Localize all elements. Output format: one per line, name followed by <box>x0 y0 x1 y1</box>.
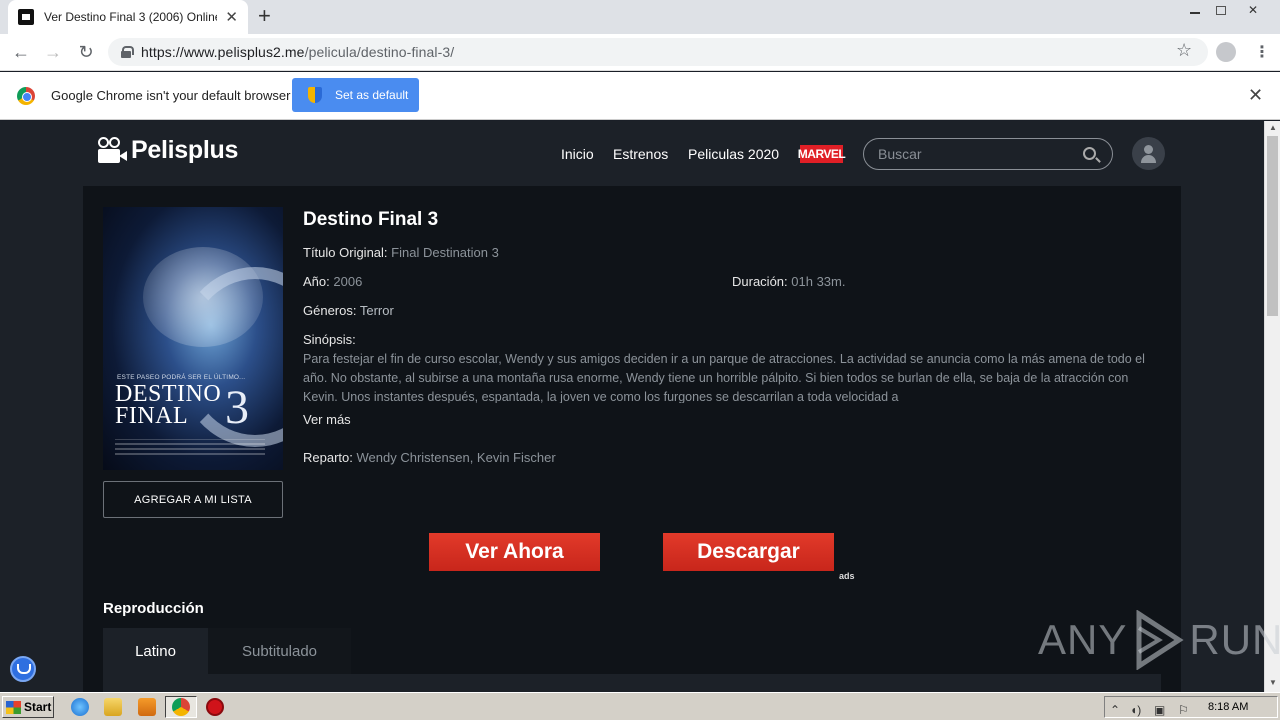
search-box <box>863 138 1113 170</box>
scroll-thumb[interactable] <box>1267 136 1278 316</box>
page-scrollbar[interactable]: ▲ ▼ <box>1264 121 1280 692</box>
url-text: https://www.pelisplus2.me/pelicula/desti… <box>141 44 454 60</box>
tab-title: Ver Destino Final 3 (2006) Online Lat <box>44 10 217 24</box>
ver-mas-link[interactable]: Ver más <box>303 412 351 427</box>
tab-latino[interactable]: Latino <box>103 628 208 674</box>
original-title-label: Título Original: <box>303 245 388 260</box>
browser-toolbar: ← → ↻ https://www.pelisplus2.me/pelicula… <box>0 34 1280 71</box>
url-path: /pelicula/destino-final-3/ <box>304 44 455 60</box>
tab-strip: Ver Destino Final 3 (2006) Online Lat ✕ … <box>0 0 1280 34</box>
chrome-icon <box>172 698 190 716</box>
flag-icon[interactable]: ⚐ <box>1178 703 1189 717</box>
genres-label: Géneros: <box>303 303 357 318</box>
network-icon[interactable]: ▣ <box>1154 703 1165 717</box>
genres-row: Géneros: Terror <box>303 303 394 318</box>
playback-tabs: Latino Subtitulado <box>103 628 1161 692</box>
start-label: Start <box>24 700 52 714</box>
anyrun-watermark: ANY RUN <box>1038 608 1280 672</box>
original-title-value: Final Destination 3 <box>391 245 499 260</box>
cast-value: Wendy Christensen, Kevin Fischer <box>356 450 556 465</box>
system-tray: ⌃ ◖) ▣ ⚐ <box>1104 696 1278 718</box>
chrome-taskbar-item[interactable] <box>165 696 197 718</box>
new-tab-button[interactable]: + <box>258 4 271 28</box>
year-row: Año: 2006 <box>303 274 362 289</box>
movie-poster: ESTE PASEO PODRÁ SER EL ÚLTIMO... DESTIN… <box>103 207 283 470</box>
ver-ahora-button[interactable]: Ver Ahora <box>429 533 600 571</box>
cast-row: Reparto: Wendy Christensen, Kevin Fische… <box>303 450 556 465</box>
chrome-menu-icon[interactable]: ⋮ <box>1254 42 1270 62</box>
volume-icon[interactable]: ◖) <box>1130 703 1141 717</box>
camera-icon <box>98 136 128 165</box>
page-viewport: Pelisplus Inicio Estrenos Peliculas 2020… <box>0 121 1264 692</box>
nav-inicio[interactable]: Inicio <box>561 146 594 162</box>
profile-icon[interactable] <box>1216 42 1236 62</box>
default-browser-infobar: Google Chrome isn't your default browser… <box>0 72 1280 120</box>
bookmark-star-icon[interactable]: ☆ <box>1176 40 1192 61</box>
windows-logo-icon <box>6 700 21 714</box>
address-bar[interactable]: https://www.pelisplus2.me/pelicula/desti… <box>108 38 1208 66</box>
back-button[interactable]: ← <box>9 40 33 64</box>
taskbar-clock: 8:18 AM <box>1208 701 1249 713</box>
window-close-button[interactable]: ✕ <box>1240 0 1266 20</box>
add-to-list-button[interactable]: AGREGAR A MI LISTA <box>103 481 283 518</box>
descargar-button[interactable]: Descargar <box>663 533 834 571</box>
floating-help-button[interactable] <box>10 656 36 682</box>
scroll-up-icon[interactable]: ▲ <box>1269 123 1277 132</box>
cast-label: Reparto: <box>303 450 353 465</box>
restore-button[interactable] <box>1208 0 1234 20</box>
infobar-message: Google Chrome isn't your default browser <box>51 88 291 103</box>
genre-link[interactable]: Terror <box>360 303 394 318</box>
media-player-icon[interactable] <box>138 698 156 716</box>
year-label: Año: <box>303 274 330 289</box>
site-logo[interactable]: Pelisplus <box>98 136 238 165</box>
play-icon <box>1136 610 1184 670</box>
marvel-logo[interactable]: MARVEL <box>798 145 846 163</box>
tray-expand-icon[interactable]: ⌃ <box>1110 703 1120 717</box>
set-as-default-label: Set as default <box>335 88 409 102</box>
movie-title: Destino Final 3 <box>303 209 439 230</box>
site-header: Pelisplus Inicio Estrenos Peliculas 2020… <box>83 121 1181 186</box>
duration-value: 01h 33m. <box>791 274 846 289</box>
search-icon[interactable] <box>1083 147 1096 160</box>
search-input[interactable] <box>878 146 1068 162</box>
forward-button[interactable]: → <box>41 40 65 64</box>
set-as-default-button[interactable]: Set as default <box>292 78 419 112</box>
tab-subtitulado[interactable]: Subtitulado <box>208 628 351 674</box>
tab-close-icon[interactable]: ✕ <box>225 10 238 25</box>
url-domain: https://www.pelisplus2.me <box>141 44 305 60</box>
reload-button[interactable]: ↻ <box>74 40 98 64</box>
playback-heading: Reproducción <box>103 600 204 617</box>
poster-credits <box>115 439 265 459</box>
scroll-down-icon[interactable]: ▼ <box>1269 678 1277 687</box>
explorer-folder-icon[interactable] <box>104 698 122 716</box>
minimize-button[interactable] <box>1182 0 1208 20</box>
watermark-left: ANY <box>1038 616 1128 663</box>
site-favicon-icon <box>18 9 34 25</box>
site-brand: Pelisplus <box>131 136 239 164</box>
ads-label: ads <box>839 571 855 581</box>
site-container: Pelisplus Inicio Estrenos Peliculas 2020… <box>83 121 1181 692</box>
poster-title: DESTINO FINAL <box>115 381 222 429</box>
chrome-logo-icon <box>17 87 35 105</box>
nav-estrenos[interactable]: Estrenos <box>613 146 668 162</box>
year-value: 2006 <box>333 274 363 289</box>
original-title-row: Título Original: Final Destination 3 <box>303 245 499 260</box>
nav-peliculas-2020[interactable]: Peliculas 2020 <box>688 146 779 162</box>
user-avatar[interactable] <box>1132 137 1165 170</box>
start-button[interactable]: Start <box>2 696 54 718</box>
shield-icon <box>308 87 322 103</box>
infobar-close-icon[interactable]: ✕ <box>1248 85 1263 106</box>
lock-icon <box>121 46 134 58</box>
ie-icon[interactable] <box>71 698 89 716</box>
windows-taskbar: Start ⌃ ◖) ▣ ⚐ 8:18 AM <box>0 692 1280 720</box>
player-area <box>103 674 1161 692</box>
synopsis-label: Sinópsis: <box>303 332 356 347</box>
poster-number: 3 <box>225 381 249 434</box>
browser-tab[interactable]: Ver Destino Final 3 (2006) Online Lat ✕ <box>8 0 248 34</box>
synopsis-text: Para festejar el fin de curso escolar, W… <box>303 352 1145 403</box>
opera-icon[interactable] <box>206 698 224 716</box>
duration-label: Duración: <box>732 274 788 289</box>
watermark-right: RUN <box>1189 616 1280 663</box>
duration-row: Duración: 01h 33m. <box>732 274 845 289</box>
